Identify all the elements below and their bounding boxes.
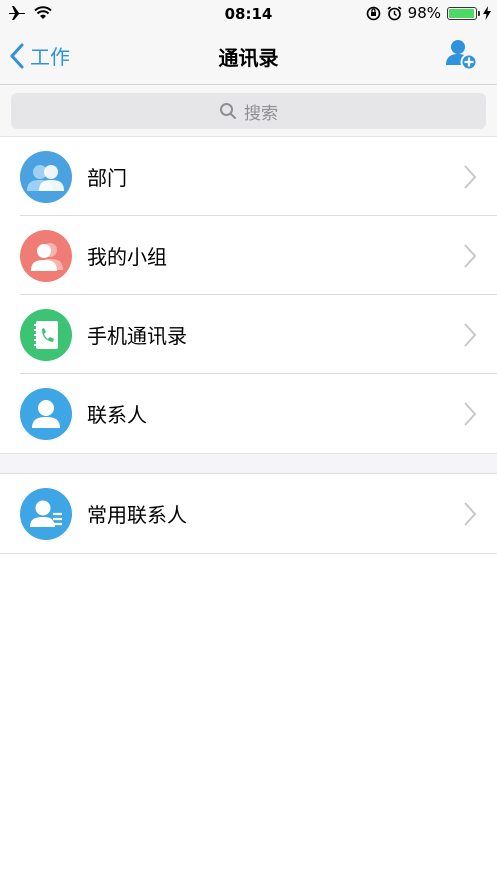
battery-percent: 98% (407, 4, 441, 22)
status-right: 98% (366, 4, 491, 22)
list-item-label: 常用联系人 (87, 503, 187, 527)
list-item-my-groups[interactable]: 我的小组 (0, 216, 497, 295)
section-divider (0, 453, 497, 474)
departments-icon (20, 150, 72, 203)
chevron-right-icon (464, 401, 477, 426)
contact-menu-list: 部门 我的小组 手机通讯录 联系人 (0, 137, 497, 453)
list-item-label: 联系人 (87, 403, 147, 427)
nav-bar: 工作 通讯录 (0, 28, 497, 85)
list-item-departments[interactable]: 部门 (0, 137, 497, 216)
my-groups-icon (20, 229, 72, 282)
chevron-right-icon (464, 501, 477, 526)
list-item-label: 我的小组 (87, 245, 167, 269)
add-contact-button[interactable] (445, 38, 478, 74)
list-item-contacts[interactable]: 联系人 (0, 374, 497, 453)
list-item-label: 部门 (87, 166, 127, 190)
chevron-right-icon (464, 164, 477, 189)
battery-fill (449, 8, 475, 18)
page-title: 通讯录 (218, 46, 279, 70)
search-input[interactable]: 搜索 (11, 93, 486, 129)
battery-icon (447, 6, 480, 20)
frequent-contacts-section: 常用联系人 (0, 474, 497, 554)
add-user-icon (446, 40, 478, 71)
alarm-icon (387, 5, 402, 20)
list-item-frequent-contacts[interactable]: 常用联系人 (0, 474, 497, 553)
search-icon (220, 103, 236, 119)
status-bar: 08:14 98% (0, 0, 497, 28)
chevron-right-icon (464, 322, 477, 347)
chevron-right-icon (464, 243, 477, 268)
orientation-lock-icon (366, 6, 380, 20)
charging-icon (483, 6, 491, 20)
contacts-icon (20, 387, 72, 440)
frequent-contacts-icon (20, 487, 72, 540)
search-placeholder: 搜索 (244, 103, 278, 124)
list-item-phone-contacts[interactable]: 手机通讯录 (0, 295, 497, 374)
search-bar: 搜索 (0, 85, 497, 137)
list-item-label: 手机通讯录 (87, 324, 187, 348)
phone-book-icon (20, 308, 72, 361)
